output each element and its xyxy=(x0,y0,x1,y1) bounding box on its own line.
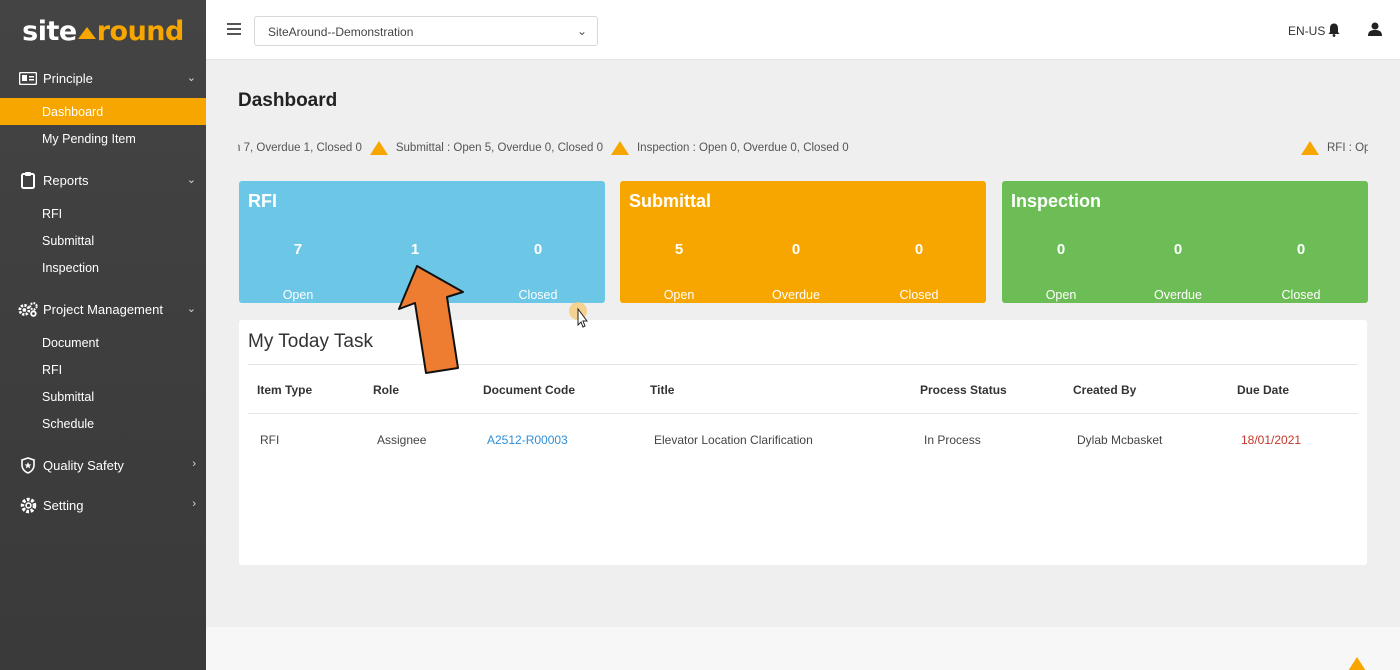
triangle-icon xyxy=(610,141,629,155)
scroll-top-icon[interactable] xyxy=(1348,657,1366,670)
submittal-overdue-label: Overdue xyxy=(772,288,820,302)
card-title: RFI xyxy=(248,191,277,211)
divider xyxy=(248,413,1358,414)
chevron-down-icon: ⌄ xyxy=(186,174,196,186)
cell-item-type: RFI xyxy=(260,433,280,447)
rfi-closed-label: Closed xyxy=(518,288,558,302)
cell-created-by: Dylab Mcbasket xyxy=(1077,433,1163,447)
gears-icon xyxy=(18,301,38,317)
chevron-right-icon: › xyxy=(192,458,196,470)
status-ticker: n 7, Overdue 1, Closed 0 Submittal : Ope… xyxy=(238,139,1368,159)
sidebar-group-reports[interactable]: Reports ⌄ xyxy=(0,166,206,194)
panel-title: My Today Task xyxy=(248,331,373,352)
rfi-overdue-count[interactable]: 1 xyxy=(385,241,445,258)
inspection-overdue-label: Overdue xyxy=(1154,288,1202,302)
submittal-open-count[interactable]: 5 xyxy=(649,241,709,258)
cell-due-date: 18/01/2021 xyxy=(1241,433,1302,447)
rfi-open-label: Open xyxy=(282,288,314,302)
shield-icon xyxy=(18,456,38,474)
inspection-closed-count[interactable]: 0 xyxy=(1271,241,1331,258)
sidebar-group-label: Principle xyxy=(43,70,93,86)
sidebar-item-pm-schedule[interactable]: Schedule xyxy=(0,410,206,437)
sidebar-group-label: Project Management xyxy=(43,301,163,317)
sidebar-item-pm-rfi[interactable]: RFI xyxy=(0,356,206,383)
rfi-open-count[interactable]: 7 xyxy=(268,241,328,258)
sidebar-group-project-management[interactable]: Project Management ⌄ xyxy=(0,295,206,323)
column-header-role[interactable]: Role xyxy=(373,383,399,397)
column-header-item-type[interactable]: Item Type xyxy=(257,383,312,397)
logo-triangle-icon xyxy=(77,27,96,39)
sidebar-item-dashboard[interactable]: Dashboard xyxy=(0,98,206,125)
column-header-created-by[interactable]: Created By xyxy=(1073,383,1136,397)
cell-process-status: In Process xyxy=(924,433,981,447)
chevron-down-icon: ⌄ xyxy=(576,24,587,38)
inspection-closed-label: Closed xyxy=(1281,288,1321,302)
ticker-text: Submittal : Open 5, Overdue 0, Closed 0 xyxy=(395,142,603,154)
footer xyxy=(206,627,1400,670)
annotation-arrow-icon xyxy=(380,260,470,380)
sidebar-group-label: Quality Safety xyxy=(43,457,124,473)
sidebar-group-label: Setting xyxy=(43,497,84,513)
document-code-link[interactable]: A2512-R00003 xyxy=(487,433,568,447)
clipboard-icon xyxy=(18,171,38,189)
triangle-icon xyxy=(1301,141,1319,155)
submittal-open-label: Open xyxy=(663,288,695,302)
mouse-cursor-icon xyxy=(569,298,593,335)
menu-icon[interactable] xyxy=(227,23,241,35)
submittal-closed-label: Closed xyxy=(899,288,939,302)
sidebar-item-pm-submittal[interactable]: Submittal xyxy=(0,383,206,410)
ticker-text: RFI : Ope xyxy=(1327,142,1368,154)
inspection-card[interactable]: Inspection 0 0 0 Open Overdue Closed xyxy=(1002,181,1368,303)
column-header-title[interactable]: Title xyxy=(650,383,674,397)
chevron-down-icon: ⌄ xyxy=(186,72,196,84)
sidebar-group-setting[interactable]: Setting › xyxy=(0,491,206,519)
ticker-text: n 7, Overdue 1, Closed 0 xyxy=(238,142,362,154)
sidebar-group-label: Reports xyxy=(43,172,89,188)
inspection-overdue-count[interactable]: 0 xyxy=(1148,241,1208,258)
sidebar-item-pm-document[interactable]: Document xyxy=(0,329,206,356)
gear-icon xyxy=(18,497,38,513)
bell-icon[interactable] xyxy=(1328,23,1340,42)
chevron-right-icon: › xyxy=(192,498,196,510)
column-header-due-date[interactable]: Due Date xyxy=(1237,383,1289,397)
column-header-process-status[interactable]: Process Status xyxy=(920,383,1007,397)
sidebar-item-my-pending-item[interactable]: My Pending Item xyxy=(0,125,206,152)
rfi-closed-count[interactable]: 0 xyxy=(508,241,568,258)
cell-role: Assignee xyxy=(377,433,427,447)
page-title: Dashboard xyxy=(238,90,338,111)
sidebar-group-quality-safety[interactable]: Quality Safety › xyxy=(0,451,206,479)
cell-title: Elevator Location Clarification xyxy=(654,433,813,447)
sidebar: site round Principle ⌄ Dashboard My Pendi… xyxy=(0,0,206,670)
card-title: Submittal xyxy=(629,191,712,211)
chevron-down-icon: ⌄ xyxy=(186,303,196,315)
submittal-card[interactable]: Submittal 5 0 0 Open Overdue Closed xyxy=(620,181,986,303)
card-title: Inspection xyxy=(1011,191,1102,211)
sidebar-item-reports-inspection[interactable]: Inspection xyxy=(0,254,206,281)
sidebar-item-reports-rfi[interactable]: RFI xyxy=(0,200,206,227)
inspection-open-count[interactable]: 0 xyxy=(1031,241,1091,258)
logo[interactable]: site round xyxy=(0,0,206,62)
column-header-document-code[interactable]: Document Code xyxy=(483,383,575,397)
triangle-icon xyxy=(369,141,388,155)
sidebar-group-principle[interactable]: Principle ⌄ xyxy=(0,64,206,92)
logo-text-round: round xyxy=(96,15,185,47)
project-select-value: SiteAround--Demonstration xyxy=(268,25,414,39)
ticker-item: RFI : Ope xyxy=(1293,141,1368,155)
ticker-item: n 7, Overdue 1, Closed 0 Submittal : Ope… xyxy=(238,141,849,155)
topbar: SiteAround--Demonstration ⌄ EN-US xyxy=(206,0,1400,60)
ticker-text: Inspection : Open 0, Overdue 0, Closed 0 xyxy=(636,142,849,154)
inspection-open-label: Open xyxy=(1045,288,1077,302)
language-selector[interactable]: EN-US xyxy=(1288,24,1325,38)
logo-text-site: site xyxy=(22,15,77,47)
user-icon[interactable] xyxy=(1368,22,1382,41)
submittal-closed-count[interactable]: 0 xyxy=(889,241,949,258)
id-card-icon xyxy=(18,70,38,86)
project-select[interactable]: SiteAround--Demonstration ⌄ xyxy=(254,16,598,46)
submittal-overdue-count[interactable]: 0 xyxy=(766,241,826,258)
sidebar-item-reports-submittal[interactable]: Submittal xyxy=(0,227,206,254)
